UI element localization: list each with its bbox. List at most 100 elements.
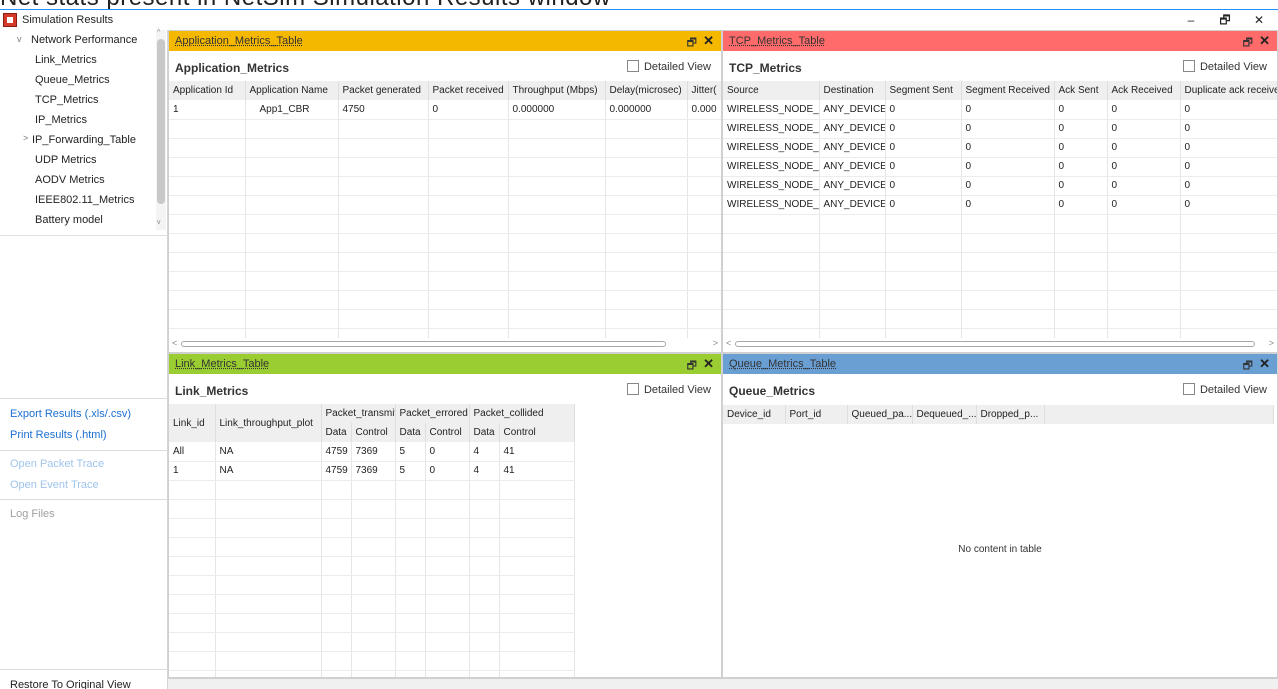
column-header[interactable]: Ack Sent bbox=[1054, 81, 1108, 100]
log-files-label[interactable]: Log Files bbox=[10, 508, 55, 520]
column-header[interactable]: Queued_pa... bbox=[847, 405, 913, 424]
column-header[interactable]: Link_throughput_plot bbox=[215, 404, 322, 442]
table-title: Link_Metrics bbox=[175, 384, 249, 398]
scroll-up-icon[interactable]: ^ bbox=[157, 29, 160, 36]
scroll-left-icon[interactable]: < bbox=[726, 338, 731, 348]
column-header[interactable]: Packet received bbox=[428, 81, 509, 100]
column-header[interactable]: Destination bbox=[819, 81, 886, 100]
scroll-thumb[interactable] bbox=[735, 341, 1255, 347]
scroll-thumb[interactable] bbox=[181, 341, 666, 347]
tree-scrollbar[interactable]: ^ v bbox=[156, 29, 166, 230]
scroll-right-icon[interactable]: > bbox=[1269, 338, 1274, 348]
table-cell: 7369 bbox=[351, 442, 396, 462]
column-header[interactable]: Jitter( bbox=[687, 81, 721, 100]
column-header bbox=[1044, 405, 1274, 424]
table-row[interactable]: All NA 4759 7369 5 0 4 41 bbox=[169, 442, 575, 462]
column-header[interactable]: Port_id bbox=[785, 405, 848, 424]
tree-item-aodv-metrics[interactable]: AODV Metrics bbox=[35, 170, 105, 190]
open-packet-trace-link[interactable]: Open Packet Trace bbox=[10, 458, 104, 470]
scroll-right-icon[interactable]: > bbox=[713, 338, 718, 348]
tree-item-ieee80211-metrics[interactable]: IEEE802.11_Metrics bbox=[35, 190, 134, 210]
column-group-header[interactable]: Packet_transmitt... bbox=[321, 404, 396, 423]
close-icon[interactable]: ✕ bbox=[703, 356, 714, 372]
column-header[interactable]: Segment Received bbox=[961, 81, 1055, 100]
empty-row bbox=[169, 195, 721, 215]
column-header[interactable]: Source bbox=[723, 81, 820, 100]
detailed-view-checkbox[interactable]: Detailed View bbox=[1182, 383, 1267, 396]
column-header[interactable]: Packet generated bbox=[338, 81, 429, 100]
panel-title: Link_Metrics_Table bbox=[175, 358, 270, 370]
scroll-left-icon[interactable]: < bbox=[172, 338, 177, 348]
tree-item-link-metrics[interactable]: Link_Metrics bbox=[35, 50, 97, 70]
collapsed-arrow-icon[interactable]: > bbox=[23, 133, 28, 143]
queue-metrics-table: Device_id Port_id Queued_pa... Dequeued_… bbox=[723, 405, 1274, 424]
tree-scroll-thumb[interactable] bbox=[157, 39, 165, 204]
column-header[interactable]: Throughput (Mbps) bbox=[508, 81, 606, 100]
column-header[interactable]: Data bbox=[321, 423, 352, 442]
table-row[interactable]: WIRELESS_NODE_5 ANY_DEVICE 0 0 0 0 0 bbox=[723, 176, 1277, 196]
column-header[interactable]: Data bbox=[469, 423, 500, 442]
horizontal-scrollbar[interactable]: < > bbox=[169, 338, 721, 350]
link-metrics-panel: Link_Metrics_Table 🗗 ✕ Link_Metrics Deta… bbox=[168, 353, 722, 678]
column-header[interactable]: Data bbox=[395, 423, 426, 442]
table-row[interactable]: WIRELESS_NODE_1 ANY_DEVICE 0 0 0 0 0 bbox=[723, 100, 1277, 120]
column-header[interactable]: Delay(microsec) bbox=[605, 81, 688, 100]
detailed-view-checkbox[interactable]: Detailed View bbox=[626, 383, 711, 396]
empty-row bbox=[169, 613, 575, 633]
tree-item-battery-model[interactable]: Battery model bbox=[35, 210, 103, 230]
empty-row bbox=[169, 594, 575, 614]
table-cell: ANY_DEVICE bbox=[819, 100, 886, 120]
restore-view-button[interactable]: Restore To Original View bbox=[10, 679, 131, 689]
column-header[interactable]: Duplicate ack received bbox=[1180, 81, 1277, 100]
detailed-view-checkbox[interactable]: Detailed View bbox=[626, 60, 711, 73]
table-cell: 0 bbox=[885, 195, 962, 215]
column-header[interactable]: Control bbox=[351, 423, 396, 442]
tree-item-ip-metrics[interactable]: IP_Metrics bbox=[35, 110, 87, 130]
table-row[interactable]: 1 App1_CBR 4750 0 0.000000 0.000000 0.00… bbox=[169, 100, 721, 120]
scroll-down-icon[interactable]: v bbox=[157, 219, 161, 226]
expand-arrow-icon[interactable]: v bbox=[17, 34, 22, 44]
tree-item-tcp-metrics[interactable]: TCP_Metrics bbox=[35, 90, 99, 110]
column-header[interactable]: Application Name bbox=[245, 81, 339, 100]
tree-item-udp-metrics[interactable]: UDP Metrics bbox=[35, 150, 97, 170]
column-group-header[interactable]: Packet_errored bbox=[395, 404, 470, 423]
table-row[interactable]: WIRELESS_NODE_3 ANY_DEVICE 0 0 0 0 0 bbox=[723, 138, 1277, 158]
column-header[interactable]: Ack Received bbox=[1107, 81, 1181, 100]
export-results-link[interactable]: Export Results (.xls/.csv) bbox=[10, 408, 131, 420]
restore-window-icon[interactable]: 🗗 bbox=[1243, 357, 1253, 376]
maximize-button[interactable]: 🗗 bbox=[1208, 10, 1242, 30]
print-results-link[interactable]: Print Results (.html) bbox=[10, 429, 107, 441]
horizontal-scrollbar[interactable]: < > bbox=[723, 338, 1277, 350]
column-header[interactable]: Application Id bbox=[169, 81, 246, 100]
tree-item-network-performance[interactable]: Network Performance bbox=[31, 30, 137, 50]
table-cell: 0 bbox=[961, 138, 1055, 158]
table-row[interactable]: WIRELESS_NODE_4 ANY_DEVICE 0 0 0 0 0 bbox=[723, 157, 1277, 177]
minimize-button[interactable]: – bbox=[1174, 10, 1208, 30]
caption-text: Net stats present in NetSim Simulation R… bbox=[0, 0, 611, 9]
close-icon[interactable]: ✕ bbox=[1259, 33, 1270, 49]
column-header[interactable]: Control bbox=[499, 423, 575, 442]
column-header[interactable]: Control bbox=[425, 423, 470, 442]
column-header[interactable]: Device_id bbox=[723, 405, 786, 424]
table-row[interactable]: 1 NA 4759 7369 5 0 4 41 bbox=[169, 461, 575, 481]
open-event-trace-link[interactable]: Open Event Trace bbox=[10, 479, 99, 491]
table-cell: 5 bbox=[395, 461, 426, 481]
table-row[interactable]: WIRELESS_NODE_2 ANY_DEVICE 0 0 0 0 0 bbox=[723, 119, 1277, 139]
table-row[interactable]: WIRELESS_NODE_6 ANY_DEVICE 0 0 0 0 0 bbox=[723, 195, 1277, 215]
table-cell: NA bbox=[215, 461, 322, 481]
restore-window-icon[interactable]: 🗗 bbox=[1243, 34, 1253, 53]
detailed-view-checkbox[interactable]: Detailed View bbox=[1182, 60, 1267, 73]
table-cell: 4759 bbox=[321, 461, 352, 481]
close-button[interactable]: ✕ bbox=[1242, 10, 1276, 30]
tree-item-ip-forwarding-table[interactable]: IP_Forwarding_Table bbox=[32, 130, 136, 150]
column-header[interactable]: Dropped_p... bbox=[976, 405, 1045, 424]
close-icon[interactable]: ✕ bbox=[1259, 356, 1270, 372]
column-group-header[interactable]: Packet_collided bbox=[469, 404, 575, 423]
restore-window-icon[interactable]: 🗗 bbox=[687, 34, 697, 53]
tree-item-queue-metrics[interactable]: Queue_Metrics bbox=[35, 70, 110, 90]
column-header[interactable]: Segment Sent bbox=[885, 81, 962, 100]
column-header[interactable]: Link_id bbox=[169, 404, 216, 442]
close-icon[interactable]: ✕ bbox=[703, 33, 714, 49]
restore-window-icon[interactable]: 🗗 bbox=[687, 357, 697, 376]
column-header[interactable]: Dequeued_... bbox=[912, 405, 977, 424]
